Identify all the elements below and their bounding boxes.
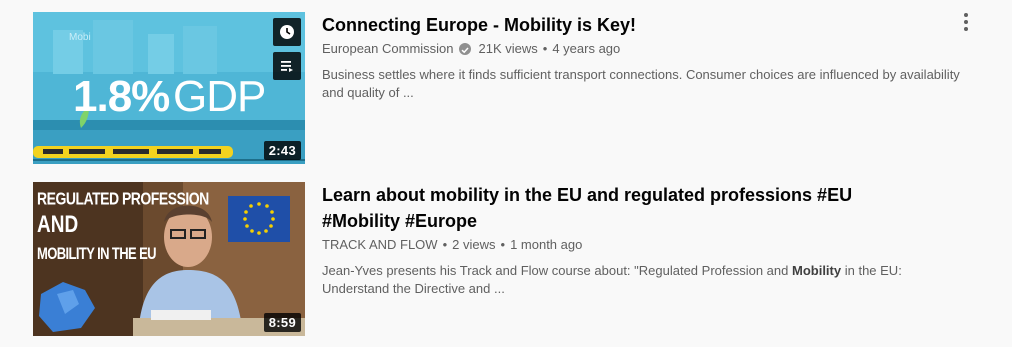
video-result: 1.8% GDP Mobi 2:43 Connecting Europe - M… xyxy=(0,0,1012,170)
separator-dot: • xyxy=(442,237,448,252)
channel-name[interactable]: European Commission xyxy=(322,40,454,58)
video-title[interactable]: Connecting Europe - Mobility is Key! xyxy=(322,12,942,38)
kebab-dot-icon xyxy=(964,27,968,31)
video-meta: TRACK AND FLOW • 2 views • 1 month ago xyxy=(322,236,942,254)
video-thumbnail[interactable]: 1.8% GDP Mobi 2:43 xyxy=(33,12,305,164)
thumbnail-text-small: GDP xyxy=(173,72,266,121)
description-text: in the EU: xyxy=(841,263,902,278)
upload-age: 1 month ago xyxy=(510,237,583,252)
video-info: Learn about mobility in the EU and regul… xyxy=(322,182,942,298)
video-title-line2: #Mobility #Europe xyxy=(322,211,478,231)
kebab-dot-icon xyxy=(964,20,968,24)
description-text: Understand the Directive and ... xyxy=(322,281,505,296)
add-to-queue-button[interactable] xyxy=(273,52,301,80)
video-description: Business settles where it finds sufficie… xyxy=(322,67,960,100)
watch-later-button[interactable] xyxy=(273,18,301,46)
video-duration: 8:59 xyxy=(263,313,301,332)
thumbnail-text-line3: MOBILITY IN THE EU xyxy=(37,244,157,263)
thumbnail-text-line2: AND xyxy=(37,212,79,239)
video-description: Jean-Yves presents his Track and Flow co… xyxy=(322,262,962,298)
video-result: REGULATED PROFESSION AND MOBILITY IN THE… xyxy=(0,170,1012,347)
video-info: Connecting Europe - Mobility is Key! Eur… xyxy=(322,12,960,102)
thumbnail-corner-text: Mobi xyxy=(69,32,91,43)
clock-icon xyxy=(280,25,294,39)
thumbnail-text-line1: REGULATED PROFESSION xyxy=(37,188,209,208)
verified-check-icon xyxy=(458,43,471,55)
description-highlight: Mobility xyxy=(792,263,842,278)
channel-name[interactable]: TRACK AND FLOW xyxy=(322,236,438,254)
view-count: 2 views xyxy=(452,237,496,252)
add-to-queue-icon xyxy=(281,61,293,72)
video-title[interactable]: Learn about mobility in the EU and regul… xyxy=(322,182,942,234)
kebab-dot-icon xyxy=(964,13,968,17)
view-count: 21K views xyxy=(478,41,538,56)
video-duration: 2:43 xyxy=(263,141,301,160)
separator-dot: • xyxy=(500,237,506,252)
video-thumbnail[interactable]: REGULATED PROFESSION AND MOBILITY IN THE… xyxy=(33,182,305,336)
video-title-line1: Learn about mobility in the EU and regul… xyxy=(322,185,853,205)
upload-age: 4 years ago xyxy=(552,41,621,56)
description-text: Jean-Yves presents his Track and Flow co… xyxy=(322,263,792,278)
thumbnail-text-big: 1.8% xyxy=(73,72,170,121)
more-actions-button[interactable] xyxy=(958,10,974,34)
video-meta: European Commission 21K views • 4 years … xyxy=(322,40,942,58)
separator-dot: • xyxy=(542,41,548,56)
